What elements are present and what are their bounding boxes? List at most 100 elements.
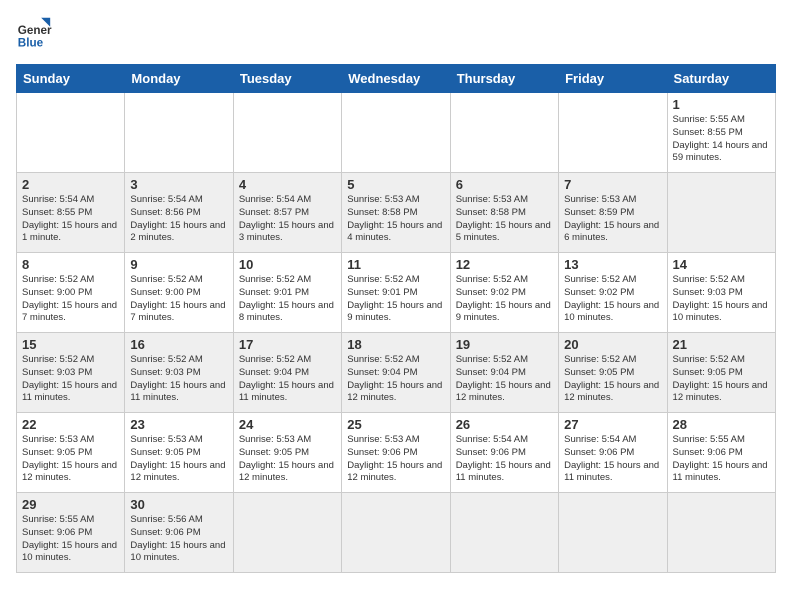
calendar-day: 9 Sunrise: 5:52 AMSunset: 9:00 PMDaylight…: [125, 253, 233, 333]
calendar-day: 10 Sunrise: 5:52 AMSunset: 9:01 PMDayligh…: [233, 253, 341, 333]
calendar-day: 6Sunrise: 5:53 AMSunset: 8:58 PMDaylight…: [450, 173, 558, 253]
day-number: 28: [673, 417, 770, 432]
calendar-day: 20 Sunrise: 5:52 AMSunset: 9:05 PMDayligh…: [559, 333, 667, 413]
day-number: 24: [239, 417, 336, 432]
day-number: 19: [456, 337, 553, 352]
day-info: Sunrise: 5:52 AMSunset: 9:05 PMDaylight:…: [673, 354, 770, 405]
calendar-day: 25Sunrise: 5:53 AMSunset: 9:06 PMDayligh…: [342, 413, 450, 493]
day-info: Sunrise: 5:52 AMSunset: 9:01 PMDaylight:…: [239, 274, 336, 325]
day-number: 23: [130, 417, 227, 432]
svg-text:General: General: [18, 24, 52, 37]
day-info: Sunrise: 5:55 AMSunset: 9:06 PMDaylight:…: [22, 514, 119, 565]
calendar-day: 8Sunrise: 5:52 AMSunset: 9:00 PMDaylight…: [17, 253, 125, 333]
day-number: 27: [564, 417, 661, 432]
day-info: Sunrise: 5:52 AMSunset: 9:04 PMDaylight:…: [347, 354, 444, 405]
day-number: 18: [347, 337, 444, 352]
day-info: Sunrise: 5:54 AMSunset: 8:57 PMDaylight:…: [239, 194, 336, 245]
day-number: 9: [130, 257, 227, 272]
calendar-day: 18 Sunrise: 5:52 AMSunset: 9:04 PMDayligh…: [342, 333, 450, 413]
day-number: 6: [456, 177, 553, 192]
day-info: Sunrise: 5:54 AMSunset: 8:56 PMDaylight:…: [130, 194, 227, 245]
calendar-day: 1Sunrise: 5:55 AMSunset: 8:55 PMDaylight…: [667, 93, 775, 173]
calendar-day: 4 Sunrise: 5:54 AMSunset: 8:57 PMDaylight…: [233, 173, 341, 253]
logo: General Blue: [16, 16, 52, 52]
weekday-header: Tuesday: [233, 65, 341, 93]
day-number: 4: [239, 177, 336, 192]
day-info: Sunrise: 5:52 AMSunset: 9:03 PMDaylight:…: [673, 274, 770, 325]
weekday-row: SundayMondayTuesdayWednesdayThursdayFrid…: [17, 65, 776, 93]
calendar-day: 19 Sunrise: 5:52 AMSunset: 9:04 PMDayligh…: [450, 333, 558, 413]
day-info: Sunrise: 5:56 AMSunset: 9:06 PMDaylight:…: [130, 514, 227, 565]
day-number: 17: [239, 337, 336, 352]
logo-icon: General Blue: [16, 16, 52, 52]
calendar-day-empty: [17, 93, 125, 173]
weekday-header: Monday: [125, 65, 233, 93]
calendar-day: 13Sunrise: 5:52 AMSunset: 9:02 PMDayligh…: [559, 253, 667, 333]
weekday-header: Thursday: [450, 65, 558, 93]
weekday-header: Wednesday: [342, 65, 450, 93]
day-number: 14: [673, 257, 770, 272]
calendar-day: 22Sunrise: 5:53 AMSunset: 9:05 PMDayligh…: [17, 413, 125, 493]
calendar-day: 21 Sunrise: 5:52 AMSunset: 9:05 PMDayligh…: [667, 333, 775, 413]
calendar-day-empty: [342, 93, 450, 173]
calendar-week-row: 2Sunrise: 5:54 AMSunset: 8:55 PMDaylight…: [17, 173, 776, 253]
calendar-week-row: 8Sunrise: 5:52 AMSunset: 9:00 PMDaylight…: [17, 253, 776, 333]
calendar-day: 24 Sunrise: 5:53 AMSunset: 9:05 PMDayligh…: [233, 413, 341, 493]
calendar-day: 5Sunrise: 5:53 AMSunset: 8:58 PMDaylight…: [342, 173, 450, 253]
calendar-day: 16 Sunrise: 5:52 AMSunset: 9:03 PMDayligh…: [125, 333, 233, 413]
calendar-day: 15Sunrise: 5:52 AMSunset: 9:03 PMDayligh…: [17, 333, 125, 413]
day-number: 11: [347, 257, 444, 272]
day-info: Sunrise: 5:53 AMSunset: 9:05 PMDaylight:…: [130, 434, 227, 485]
weekday-header: Sunday: [17, 65, 125, 93]
day-info: Sunrise: 5:53 AMSunset: 8:58 PMDaylight:…: [347, 194, 444, 245]
day-info: Sunrise: 5:52 AMSunset: 9:01 PMDaylight:…: [347, 274, 444, 325]
calendar-day: 3Sunrise: 5:54 AMSunset: 8:56 PMDaylight…: [125, 173, 233, 253]
calendar-day: 14 Sunrise: 5:52 AMSunset: 9:03 PMDayligh…: [667, 253, 775, 333]
day-info: Sunrise: 5:55 AMSunset: 8:55 PMDaylight:…: [673, 114, 770, 165]
calendar-day-empty: [233, 93, 341, 173]
calendar-day: 12 Sunrise: 5:52 AMSunset: 9:02 PMDayligh…: [450, 253, 558, 333]
day-info: Sunrise: 5:53 AMSunset: 8:59 PMDaylight:…: [564, 194, 661, 245]
calendar: SundayMondayTuesdayWednesdayThursdayFrid…: [16, 64, 776, 573]
day-info: Sunrise: 5:52 AMSunset: 9:02 PMDaylight:…: [456, 274, 553, 325]
calendar-day: 7 Sunrise: 5:53 AMSunset: 8:59 PMDaylight…: [559, 173, 667, 253]
day-number: 13: [564, 257, 661, 272]
day-info: Sunrise: 5:52 AMSunset: 9:05 PMDaylight:…: [564, 354, 661, 405]
calendar-week-row: 15Sunrise: 5:52 AMSunset: 9:03 PMDayligh…: [17, 333, 776, 413]
calendar-day-empty: [233, 493, 341, 573]
weekday-header: Saturday: [667, 65, 775, 93]
day-number: 12: [456, 257, 553, 272]
day-info: Sunrise: 5:52 AMSunset: 9:03 PMDaylight:…: [130, 354, 227, 405]
day-number: 20: [564, 337, 661, 352]
day-info: Sunrise: 5:52 AMSunset: 9:04 PMDaylight:…: [456, 354, 553, 405]
calendar-day: 27Sunrise: 5:54 AMSunset: 9:06 PMDayligh…: [559, 413, 667, 493]
day-number: 16: [130, 337, 227, 352]
calendar-week-row: 1Sunrise: 5:55 AMSunset: 8:55 PMDaylight…: [17, 93, 776, 173]
calendar-header: SundayMondayTuesdayWednesdayThursdayFrid…: [17, 65, 776, 93]
day-number: 29: [22, 497, 119, 512]
calendar-day-empty: [450, 493, 558, 573]
calendar-day: 30 Sunrise: 5:56 AMSunset: 9:06 PMDayligh…: [125, 493, 233, 573]
calendar-day-empty: [342, 493, 450, 573]
calendar-week-row: 29 Sunrise: 5:55 AMSunset: 9:06 PMDayligh…: [17, 493, 776, 573]
day-info: Sunrise: 5:52 AMSunset: 9:00 PMDaylight:…: [22, 274, 119, 325]
day-info: Sunrise: 5:55 AMSunset: 9:06 PMDaylight:…: [673, 434, 770, 485]
calendar-day-empty: [559, 493, 667, 573]
calendar-body: 1Sunrise: 5:55 AMSunset: 8:55 PMDaylight…: [17, 93, 776, 573]
day-number: 30: [130, 497, 227, 512]
day-number: 26: [456, 417, 553, 432]
day-info: Sunrise: 5:52 AMSunset: 9:00 PMDaylight:…: [130, 274, 227, 325]
day-number: 10: [239, 257, 336, 272]
calendar-day-empty: [667, 493, 775, 573]
day-number: 25: [347, 417, 444, 432]
calendar-day: 11 Sunrise: 5:52 AMSunset: 9:01 PMDayligh…: [342, 253, 450, 333]
calendar-day: 29 Sunrise: 5:55 AMSunset: 9:06 PMDayligh…: [17, 493, 125, 573]
calendar-day-empty: [559, 93, 667, 173]
day-info: Sunrise: 5:54 AMSunset: 9:06 PMDaylight:…: [456, 434, 553, 485]
day-number: 7: [564, 177, 661, 192]
day-info: Sunrise: 5:53 AMSunset: 9:05 PMDaylight:…: [22, 434, 119, 485]
day-number: 21: [673, 337, 770, 352]
calendar-day: 23 Sunrise: 5:53 AMSunset: 9:05 PMDayligh…: [125, 413, 233, 493]
calendar-day-empty: [450, 93, 558, 173]
day-info: Sunrise: 5:53 AMSunset: 9:05 PMDaylight:…: [239, 434, 336, 485]
